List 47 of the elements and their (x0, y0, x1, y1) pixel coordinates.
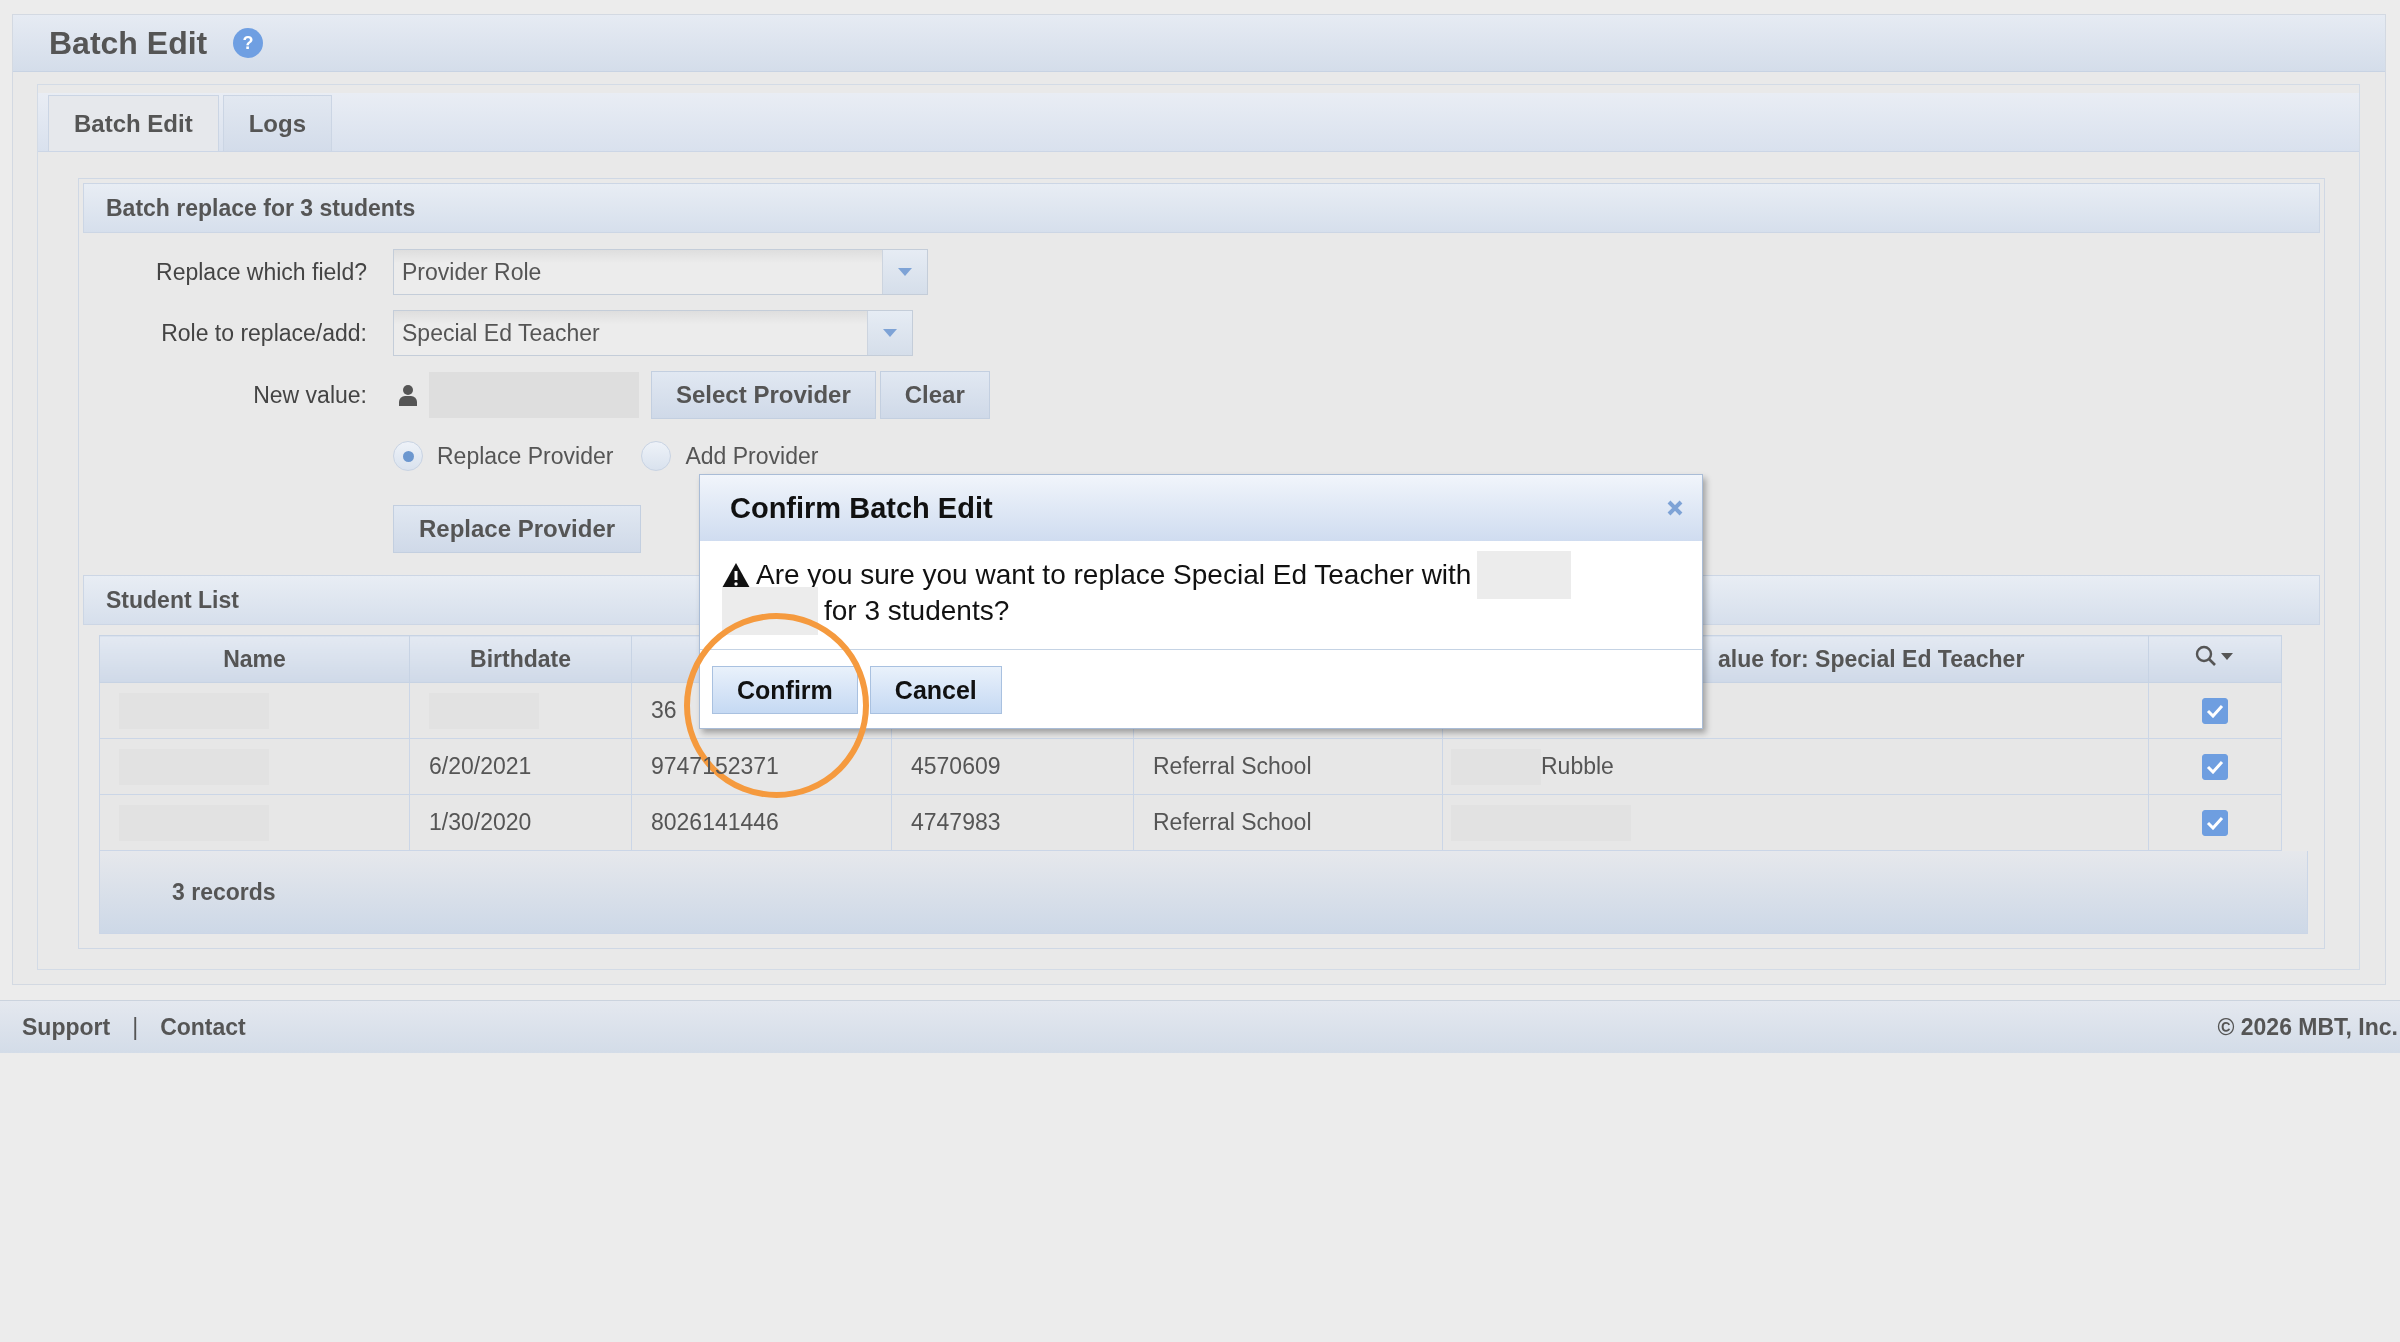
table-cell: Referral School (1153, 753, 1312, 779)
table-cell: Referral School (1153, 809, 1312, 835)
check-icon (2206, 816, 2224, 831)
dialog-message: for 3 students? (824, 595, 1010, 627)
table-cell: 6/20/2021 (429, 753, 532, 779)
check-icon (2206, 760, 2224, 775)
dropdown-field[interactable]: Provider Role (393, 249, 928, 295)
field-label: Replace which field? (155, 258, 367, 286)
tab[interactable]: Batch Edit (48, 95, 219, 151)
radio-option[interactable]: Add Provider (641, 441, 819, 471)
record-count: 3 records (172, 878, 276, 906)
tab[interactable]: Logs (222, 95, 332, 151)
warning-icon (722, 562, 750, 588)
table-cell: 8026141446 (651, 809, 779, 835)
caret-icon (898, 268, 912, 276)
field-label: Role to replace/add: (160, 319, 367, 347)
action-button[interactable]: Select Provider (651, 371, 876, 419)
separator: | (132, 1013, 139, 1041)
row-checkbox[interactable] (2202, 810, 2228, 837)
field-label: New value: (252, 381, 367, 409)
dialog-button[interactable]: Cancel (869, 666, 1002, 714)
footer-link[interactable]: Support (22, 1013, 111, 1041)
action-button[interactable]: Clear (879, 371, 990, 419)
section-header: Batch replace for 3 students (83, 183, 2320, 233)
footer-link[interactable]: Contact (160, 1013, 246, 1041)
table-cell: 4570609 (911, 753, 1001, 779)
table-cell: 36 (651, 697, 677, 723)
page-title: Batch Edit (49, 24, 208, 62)
close-icon[interactable] (1666, 499, 1684, 517)
column-header: alue for: Special Ed Teacher (1718, 645, 2025, 672)
column-header: Birthdate (470, 645, 571, 672)
dialog-button[interactable]: Confirm (712, 666, 858, 714)
replace-provider-button[interactable]: Replace Provider (393, 505, 642, 553)
table-cell: 4747983 (911, 809, 1001, 835)
dialog-title: Confirm Batch Edit (730, 491, 993, 525)
radio-option[interactable]: Replace Provider (393, 441, 614, 471)
check-icon (2206, 704, 2224, 719)
copyright: © 2026 MBT, Inc. (2217, 1013, 2398, 1041)
table-cell: 1/30/2020 (429, 809, 532, 835)
row-checkbox[interactable] (2202, 754, 2228, 781)
dropdown-field[interactable]: Special Ed Teacher (393, 310, 913, 356)
column-header: Name (223, 645, 286, 672)
table-cell: Rubble (1541, 753, 1614, 780)
row-checkbox[interactable] (2202, 698, 2228, 725)
caret-icon (883, 329, 897, 337)
person-icon (399, 384, 417, 406)
search-icon[interactable] (2195, 645, 2235, 667)
